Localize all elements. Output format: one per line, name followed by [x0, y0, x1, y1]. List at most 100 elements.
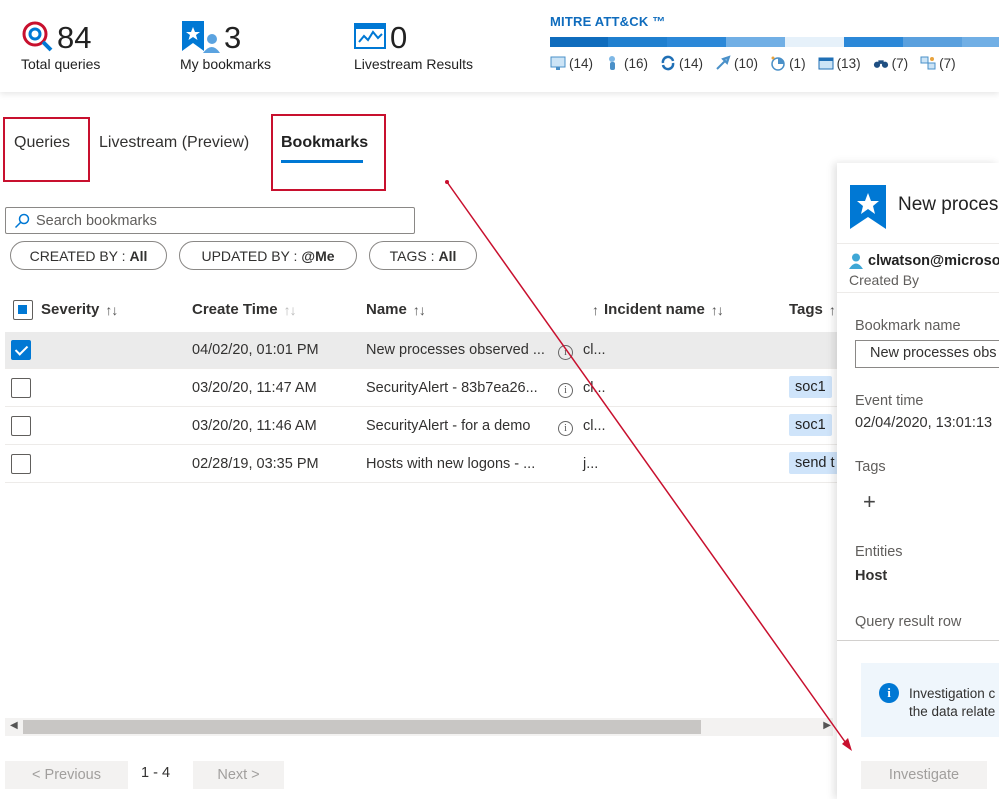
mitre-bar-segment: [608, 37, 667, 47]
tactic-discovery[interactable]: (7): [873, 55, 909, 71]
stat-livestream-results[interactable]: 0 Livestream Results: [354, 20, 473, 72]
mitre-bar-segment: [726, 37, 785, 47]
mitre-tactic-bar: [550, 37, 999, 47]
filter-key: TAGS :: [389, 247, 435, 264]
stat-total-queries[interactable]: 84 Total queries: [21, 20, 100, 72]
sort-icon[interactable]: ↑↓: [413, 302, 426, 318]
filter-value: All: [129, 247, 148, 264]
checkbox[interactable]: [11, 454, 31, 474]
filter-created-by[interactable]: CREATED BY : All: [10, 241, 167, 270]
mitre-bar-segment: [785, 37, 844, 47]
stat-my-bookmarks[interactable]: 3 My bookmarks: [180, 20, 271, 72]
column-create-time[interactable]: Create Time ↑↓: [192, 301, 297, 318]
row-checkbox[interactable]: [11, 378, 31, 402]
tactic-count: (1): [789, 55, 806, 71]
tactic-initial-access[interactable]: (14): [550, 55, 593, 71]
table-row[interactable]: 03/20/20, 11:46 AM SecurityAlert - for a…: [5, 408, 838, 445]
sort-icon[interactable]: ↑↓: [105, 302, 118, 318]
column-label: Name: [366, 301, 407, 318]
tactic-privilege-escalation[interactable]: (10): [715, 55, 758, 71]
livestream-results-label: Livestream Results: [354, 56, 474, 72]
bookmark-name-field[interactable]: New processes obs: [855, 340, 999, 368]
column-label: Severity: [41, 301, 100, 318]
table-row[interactable]: 03/20/20, 11:47 AM SecurityAlert - 83b7e…: [5, 370, 838, 407]
search-input[interactable]: [36, 212, 406, 229]
previous-page-button[interactable]: < Previous: [5, 761, 128, 789]
tactic-count: (7): [891, 55, 909, 71]
target-search-icon: [21, 20, 53, 57]
tactic-credential-access[interactable]: (13): [818, 55, 861, 71]
bookmark-details-panel: New proces clwatson@microso Created By B…: [837, 163, 999, 799]
created-by-label: Created By: [849, 272, 920, 288]
tag-badge: soc1: [789, 414, 832, 436]
event-time-value: 02/04/2020, 13:01:13: [855, 415, 993, 431]
scrollbar-thumb[interactable]: [23, 720, 701, 734]
table-row[interactable]: 02/28/19, 03:35 PM Hosts with new logons…: [5, 446, 841, 483]
scroll-left-icon[interactable]: ◀: [10, 720, 18, 731]
select-all-checkbox[interactable]: [13, 300, 33, 320]
row-checkbox[interactable]: [11, 340, 31, 364]
query-result-row-label: Query result row: [855, 614, 962, 630]
mitre-attack-summary: MITRE ATT&CK ™ (14) (16) (14) (10) (1) (…: [550, 14, 999, 71]
mitre-bar-segment: [903, 37, 962, 47]
cell-name: SecurityAlert - for a demo: [366, 418, 531, 434]
cell-create-time: 04/02/20, 01:01 PM: [192, 342, 319, 358]
filter-value: @Me: [301, 247, 335, 264]
highlight-box-queries: [3, 117, 90, 182]
cell-name: New processes observed ...: [366, 342, 545, 358]
investigate-button[interactable]: Investigate: [861, 761, 987, 789]
scroll-right-icon[interactable]: ▶: [823, 720, 831, 731]
column-label: Create Time: [192, 301, 278, 318]
info-line: Investigation c: [909, 686, 996, 701]
info-icon[interactable]: i: [558, 343, 573, 360]
column-name[interactable]: Name ↑↓: [366, 301, 426, 318]
tactic-execution[interactable]: (16): [605, 55, 648, 71]
tactic-count: (7): [939, 55, 956, 71]
bookmark-user-icon: [180, 19, 220, 58]
divider: [837, 243, 999, 244]
sort-icon[interactable]: ↑: [829, 302, 836, 318]
tag-badge: soc1: [789, 376, 832, 398]
sort-icon[interactable]: ↑↓: [711, 302, 724, 318]
sort-icon[interactable]: ↑↓: [284, 302, 297, 318]
persistence-icon: [661, 55, 675, 71]
cell-create-time: 02/28/19, 03:35 PM: [192, 456, 319, 472]
tactic-defense-evasion[interactable]: (1): [770, 55, 806, 71]
info-icon[interactable]: i: [558, 381, 573, 398]
add-tag-icon[interactable]: +: [863, 489, 876, 515]
cell-incident-name[interactable]: j...: [583, 456, 598, 472]
filter-updated-by[interactable]: UPDATED BY : @Me: [179, 241, 357, 270]
table-row[interactable]: 04/02/20, 01:01 PM New processes observe…: [5, 332, 838, 369]
sort-up-icon[interactable]: ↑: [592, 302, 599, 318]
row-checkbox[interactable]: [11, 416, 31, 440]
column-severity[interactable]: Severity ↑↓: [41, 301, 118, 318]
checkbox[interactable]: [13, 300, 33, 320]
tab-livestream[interactable]: Livestream (Preview): [99, 134, 249, 152]
column-tags[interactable]: Tags ↑: [789, 301, 836, 318]
column-incident-name[interactable]: ↑ Incident name ↑↓: [592, 301, 724, 318]
filter-value: All: [438, 247, 457, 264]
info-icon[interactable]: i: [558, 419, 573, 436]
total-queries-count: 84: [57, 20, 92, 55]
user-email: clwatson@microso: [868, 253, 999, 269]
privilege-escalation-icon: [716, 55, 731, 70]
checkbox[interactable]: [11, 378, 31, 398]
tactic-count: (16): [624, 55, 649, 71]
cell-create-time: 03/20/20, 11:47 AM: [192, 380, 317, 396]
cell-incident-name[interactable]: cl...: [583, 380, 606, 396]
horizontal-scrollbar[interactable]: ◀ ▶: [5, 718, 833, 736]
tactic-lateral-movement[interactable]: (7): [920, 55, 956, 71]
tactic-count: (14): [569, 55, 594, 71]
cell-create-time: 03/20/20, 11:46 AM: [192, 418, 317, 434]
row-checkbox[interactable]: [11, 454, 31, 478]
checkbox[interactable]: [11, 340, 31, 360]
bookmark-name-label: Bookmark name: [855, 318, 961, 334]
filter-tags[interactable]: TAGS : All: [369, 241, 477, 270]
cell-incident-name[interactable]: cl...: [583, 418, 606, 434]
checkbox[interactable]: [11, 416, 31, 436]
cell-incident-name[interactable]: cl...: [583, 342, 606, 358]
cell-name: Hosts with new logons - ...: [366, 456, 536, 472]
next-page-button[interactable]: Next >: [193, 761, 284, 789]
tactic-persistence[interactable]: (14): [660, 55, 703, 71]
panel-title: New proces: [898, 194, 999, 215]
